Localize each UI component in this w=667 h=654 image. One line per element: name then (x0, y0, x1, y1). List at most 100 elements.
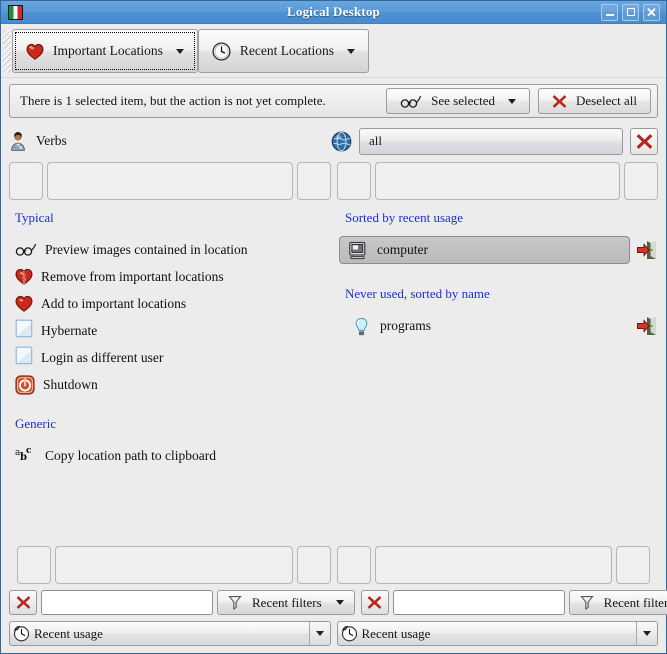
verb-shutdown[interactable]: Shutdown (9, 371, 331, 398)
scope-value: all (369, 133, 382, 148)
status-message: There is 1 selected item, but the action… (20, 93, 326, 108)
scope-group: all (331, 127, 658, 155)
verb-label: Add to important locations (41, 295, 187, 311)
clear-filter-button-left[interactable] (9, 590, 37, 615)
location-row-computer: computer (339, 236, 658, 264)
chevron-down-icon[interactable] (308, 622, 330, 645)
funnel-icon (228, 595, 242, 611)
globe-icon (331, 131, 352, 152)
slot-small[interactable] (616, 546, 650, 584)
deselect-all-label: Deselect all (576, 93, 637, 108)
filter-input-left[interactable] (41, 590, 213, 615)
filter-group-left: Recent filters (9, 590, 355, 615)
sort-combo-value: Recent usage (34, 625, 103, 641)
verbs-row: Verbs all (9, 127, 658, 155)
lightbulb-icon (353, 317, 370, 336)
monitor-icon (348, 241, 367, 260)
window-controls: ✕ (601, 3, 662, 21)
sort-combo-left[interactable]: Recent usage (9, 621, 331, 646)
top-slot-group-left (9, 162, 331, 200)
red-x-icon (636, 133, 653, 150)
verb-hybernate[interactable]: Hybernate (9, 317, 331, 344)
title-bar[interactable]: Logical Desktop ✕ (1, 1, 666, 24)
slot-wide[interactable] (55, 546, 293, 584)
recent-filters-button-right[interactable]: Recent filters (568, 590, 667, 615)
blank-square-icon (15, 346, 33, 369)
clock-icon (212, 41, 231, 61)
location-row-programs: programs (339, 312, 658, 340)
slot-small[interactable] (624, 162, 658, 200)
heart-icon (26, 43, 44, 60)
slot-small[interactable] (336, 162, 371, 200)
location-label: computer (377, 242, 428, 257)
chevron-down-icon (175, 48, 184, 54)
red-x-icon (16, 595, 31, 610)
chevron-down-icon (335, 600, 344, 605)
filter-input-right[interactable] (392, 590, 565, 615)
slot-wide[interactable] (374, 546, 612, 584)
scope-field[interactable]: all (359, 127, 623, 155)
tab-recent-locations[interactable]: Recent Locations (197, 29, 369, 73)
red-x-icon (552, 94, 567, 109)
svg-text:c: c (26, 446, 32, 456)
locations-column: Sorted by recent usage computer Never us… (331, 210, 658, 539)
main-content: Typical Preview images contained in loca… (1, 200, 666, 539)
toolbar-drag-handle[interactable] (3, 30, 11, 73)
slot-wide[interactable] (47, 162, 293, 200)
slot-wide[interactable] (374, 162, 620, 200)
location-label: programs (380, 318, 431, 333)
close-button[interactable]: ✕ (643, 3, 660, 21)
slot-small[interactable] (296, 162, 331, 200)
filter-row: Recent filters Recent filters (9, 590, 667, 615)
verb-label: Shutdown (43, 376, 98, 392)
section-header-generic: Generic (15, 416, 57, 431)
verb-add-to-important[interactable]: Add to important locations (9, 290, 331, 317)
enter-door-icon[interactable] (636, 239, 658, 261)
heart-icon (15, 295, 33, 312)
slot-small[interactable] (296, 546, 331, 584)
bottom-slot-group-left (17, 546, 331, 584)
location-item-computer[interactable]: computer (339, 236, 630, 264)
selection-status-bar: There is 1 selected item, but the action… (9, 84, 658, 118)
section-header-never-used: Never used, sorted by name (345, 286, 490, 301)
recent-filters-button-left[interactable]: Recent filters (217, 590, 355, 615)
bottom-controls: Recent filters Recent filters Recent usa… (1, 539, 667, 653)
verb-preview-images[interactable]: Preview images contained in location (9, 236, 331, 263)
verb-label: Copy location path to clipboard (45, 447, 216, 463)
minimize-button[interactable] (601, 3, 618, 21)
verb-label: Remove from important locations (41, 268, 224, 284)
verb-login-different-user[interactable]: Login as different user (9, 344, 331, 371)
blank-square-icon (15, 319, 33, 342)
chevron-down-icon[interactable] (636, 622, 657, 645)
top-slot-group-right (336, 162, 658, 200)
sort-combo-right[interactable]: Recent usage (336, 621, 658, 646)
verb-remove-from-important[interactable]: Remove from important locations (9, 263, 331, 290)
clear-scope-button[interactable] (630, 127, 658, 155)
clear-filter-button-right[interactable] (360, 590, 389, 615)
slot-small[interactable] (9, 162, 43, 200)
location-item-programs[interactable]: programs (339, 312, 630, 340)
bottom-slot-group-right (336, 546, 650, 584)
slot-small[interactable] (336, 546, 371, 584)
recent-filters-label: Recent filters (252, 594, 322, 610)
see-selected-label: See selected (431, 93, 495, 108)
verb-label: Preview images contained in location (45, 241, 248, 257)
enter-door-icon[interactable] (636, 315, 658, 337)
application-window: Logical Desktop ✕ Important Locations Re… (0, 0, 667, 654)
chevron-down-icon (346, 48, 355, 54)
verb-label: Hybernate (41, 322, 98, 338)
chevron-down-icon (508, 98, 516, 104)
glasses-icon (400, 95, 422, 108)
verbs-column: Typical Preview images contained in loca… (9, 210, 331, 539)
abc-text-icon: a b c (15, 445, 37, 467)
deselect-all-button[interactable]: Deselect all (538, 88, 651, 114)
tab-important-locations[interactable]: Important Locations (12, 29, 198, 73)
funnel-icon (580, 595, 594, 611)
section-header-recent-usage: Sorted by recent usage (345, 210, 464, 225)
section-header-typical: Typical (15, 210, 54, 225)
verb-copy-location-path[interactable]: a b c Copy location path to clipboard (9, 442, 331, 469)
slot-small[interactable] (17, 546, 51, 584)
tab-label: Recent Locations (239, 43, 334, 58)
see-selected-button[interactable]: See selected (386, 88, 530, 114)
maximize-button[interactable] (622, 3, 639, 21)
